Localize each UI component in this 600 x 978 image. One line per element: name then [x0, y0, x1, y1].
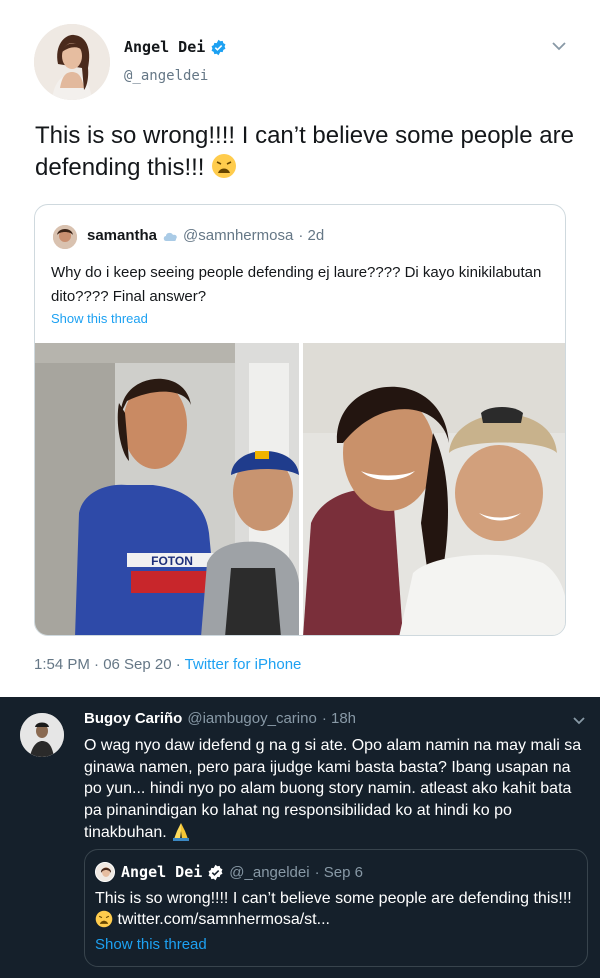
- tweet-body: This is so wrong!!!! I can’t believe som…: [35, 122, 574, 181]
- verified-badge-icon: [211, 39, 226, 55]
- quoted-time: · 2d: [298, 227, 325, 244]
- chevron-down-icon[interactable]: [572, 716, 586, 726]
- reply-quoted-text: This is so wrong!!!! I can’t believe som…: [95, 888, 580, 930]
- reply-avatar[interactable]: [20, 713, 64, 757]
- quoted-header: samantha @samnhermosa · 2d: [87, 227, 324, 244]
- quoted-text: Why do i keep seeing people defending ej…: [51, 264, 542, 305]
- reply-quoted-body: This is so wrong!!!! I can’t believe som…: [95, 890, 572, 907]
- photo-left[interactable]: FOTON: [35, 343, 299, 635]
- tweet-timestamp[interactable]: 1:54 PM · 06 Sep 20 ·: [34, 656, 185, 673]
- avatar[interactable]: [34, 24, 110, 100]
- reply-quoted-header: Angel Dei @_angeldei · Sep 6: [121, 863, 363, 881]
- chevron-down-icon[interactable]: [551, 40, 567, 52]
- reply-body: O wag nyo daw idefend g na g si ate. Opo…: [84, 737, 582, 841]
- show-thread-link[interactable]: Show this thread: [95, 936, 207, 953]
- weary-face-icon: [212, 154, 237, 178]
- reply-quoted-link[interactable]: twitter.com/samnhermosa/st...: [117, 911, 330, 928]
- reply-quoted-avatar[interactable]: [95, 862, 115, 882]
- reply-text: O wag nyo daw idefend g na g si ate. Opo…: [84, 735, 589, 844]
- cloud-icon: [163, 232, 177, 241]
- reply-quoted-tweet[interactable]: Angel Dei @_angeldei · Sep 6 This is so …: [84, 849, 588, 967]
- photo-right[interactable]: [303, 343, 565, 635]
- author-handle[interactable]: @_angeldei: [124, 68, 208, 84]
- tweet-text: This is so wrong!!!! I can’t believe som…: [35, 120, 575, 184]
- author-name-text[interactable]: Angel Dei: [124, 38, 205, 56]
- reply-quoted-author-handle[interactable]: @_angeldei: [229, 864, 309, 881]
- reply-header: Bugoy Cariño @iambugoy_carino · 18h: [84, 710, 356, 727]
- photo-grid[interactable]: FOTON: [35, 343, 565, 635]
- reply-time[interactable]: · 18h: [322, 710, 356, 727]
- tweet-metadata: 1:54 PM · 06 Sep 20 · Twitter for iPhone: [34, 656, 301, 673]
- reply-tweet: Bugoy Cariño @iambugoy_carino · 18h O wa…: [0, 697, 600, 978]
- weary-face-icon: [95, 910, 113, 928]
- reply-quoted-time: · Sep 6: [314, 863, 363, 881]
- reply-author-name[interactable]: Bugoy Cariño: [84, 710, 182, 727]
- jersey-text: FOTON: [151, 554, 193, 568]
- top-tweet: Angel Dei @_angeldei This is so wrong!!!…: [0, 0, 600, 697]
- quoted-tweet[interactable]: samantha @samnhermosa · 2d Why do i keep…: [34, 204, 566, 636]
- author-name[interactable]: Angel Dei: [124, 38, 227, 56]
- quoted-avatar[interactable]: [53, 225, 77, 249]
- quoted-author-handle[interactable]: @samnhermosa: [183, 227, 293, 244]
- show-thread-link[interactable]: Show this thread: [51, 311, 148, 326]
- verified-badge-icon: [208, 864, 223, 880]
- tweet-source[interactable]: Twitter for iPhone: [185, 656, 302, 673]
- folded-hands-icon: [173, 823, 190, 841]
- quoted-author-name[interactable]: samantha: [87, 227, 157, 244]
- reply-author-handle[interactable]: @iambugoy_carino: [187, 710, 316, 727]
- reply-quoted-author-name[interactable]: Angel Dei: [121, 863, 202, 881]
